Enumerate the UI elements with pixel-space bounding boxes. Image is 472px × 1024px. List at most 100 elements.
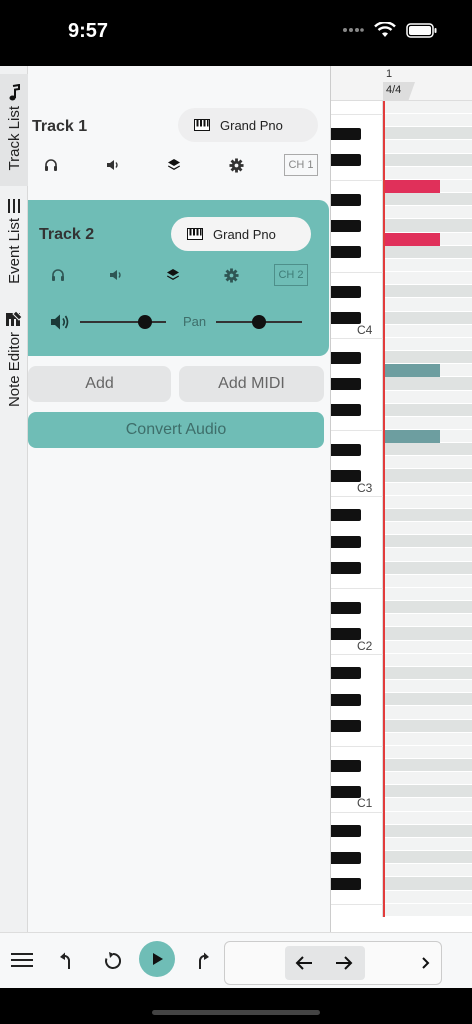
channel-badge[interactable]: CH 1: [284, 154, 318, 176]
instrument-button[interactable]: Grand Pno: [171, 217, 311, 251]
black-key[interactable]: [331, 219, 361, 232]
grid-row-light[interactable]: [384, 258, 472, 273]
grid-row-light[interactable]: [384, 495, 472, 509]
grid-row-light[interactable]: [384, 548, 472, 562]
black-key[interactable]: [331, 720, 361, 733]
expand-button[interactable]: [411, 948, 441, 978]
grid-row-light[interactable]: [384, 890, 472, 904]
black-key[interactable]: [331, 851, 361, 864]
loop-button[interactable]: [98, 946, 128, 976]
grid-row-dark[interactable]: [384, 403, 472, 417]
grid-row-dark[interactable]: [384, 193, 472, 207]
grid-row-light[interactable]: [384, 101, 472, 115]
grid-row-light[interactable]: [384, 324, 472, 338]
instrument-button[interactable]: Grand Pno: [178, 108, 318, 142]
convert-audio-button[interactable]: Convert Audio: [28, 412, 324, 448]
grid-row-dark[interactable]: [384, 601, 472, 615]
grid-row-light[interactable]: [384, 640, 472, 654]
grid-row-light[interactable]: [384, 140, 472, 154]
volume-slider[interactable]: [80, 312, 166, 332]
black-key[interactable]: [331, 667, 361, 680]
grid-row-light[interactable]: [384, 614, 472, 628]
black-key[interactable]: [331, 351, 361, 364]
note[interactable]: [384, 430, 440, 444]
black-key[interactable]: [331, 193, 361, 206]
grid-row-dark[interactable]: [384, 443, 472, 457]
grid-row-dark[interactable]: [384, 535, 472, 549]
grid-row-light[interactable]: [384, 903, 472, 917]
pan-slider[interactable]: [216, 312, 302, 332]
grid-row-light[interactable]: [384, 798, 472, 812]
grid-row-dark[interactable]: [384, 127, 472, 141]
speaker-icon[interactable]: [107, 266, 125, 284]
note-selected[interactable]: [384, 232, 440, 246]
black-key[interactable]: [331, 562, 361, 575]
grid-row-dark[interactable]: [384, 245, 472, 259]
black-key[interactable]: [331, 154, 361, 167]
pan-slider-knob[interactable]: [252, 315, 266, 329]
grid-row-dark[interactable]: [384, 508, 472, 523]
track-row-selected[interactable]: Track 2 Grand Pno CH 2 Pan: [28, 200, 329, 356]
grid-row-dark[interactable]: [384, 219, 472, 233]
gear-icon[interactable]: [222, 266, 240, 284]
tab-note-editor[interactable]: Note Editor: [0, 308, 28, 418]
headphones-icon[interactable]: [42, 156, 60, 174]
black-key[interactable]: [331, 759, 361, 772]
grid-row-light[interactable]: [384, 587, 472, 602]
grid-row-dark[interactable]: [384, 666, 472, 681]
grid-row-light[interactable]: [384, 706, 472, 720]
volume-slider-knob[interactable]: [137, 315, 152, 329]
grid-row-dark[interactable]: [384, 285, 472, 299]
grid-row-light[interactable]: [384, 482, 472, 496]
piano-roll[interactable]: 1 4/4 C4C3C2C1C0: [330, 66, 472, 932]
piano-keyboard[interactable]: C4C3C2C1C0: [331, 101, 383, 917]
grid-row-dark[interactable]: [384, 311, 472, 325]
grid-row-light[interactable]: [384, 811, 472, 825]
grid-row-light[interactable]: [384, 114, 472, 128]
grid-row-dark[interactable]: [384, 153, 472, 167]
tab-track-list[interactable]: Track List: [0, 74, 28, 186]
black-key[interactable]: [331, 377, 361, 390]
note[interactable]: [384, 364, 440, 378]
black-key[interactable]: [331, 693, 361, 706]
layers-icon[interactable]: [164, 266, 182, 284]
redo-button[interactable]: [185, 946, 215, 976]
channel-badge[interactable]: CH 2: [274, 264, 308, 286]
grid-row-dark[interactable]: [384, 561, 472, 575]
scroll-right-button[interactable]: [329, 948, 359, 978]
black-key[interactable]: [331, 535, 361, 548]
grid-row-dark[interactable]: [384, 351, 472, 365]
grid-row-dark[interactable]: [384, 377, 472, 391]
black-key[interactable]: [331, 246, 361, 259]
grid-row-light[interactable]: [384, 745, 472, 759]
grid-row-dark[interactable]: [384, 877, 472, 891]
grid-row-light[interactable]: [384, 772, 472, 786]
grid-row-light[interactable]: [384, 456, 472, 470]
grid-row-dark[interactable]: [384, 693, 472, 707]
grid-row-dark[interactable]: [384, 824, 472, 838]
add-track-button[interactable]: Add: [28, 366, 171, 402]
tab-event-list[interactable]: Event List: [0, 196, 28, 296]
play-button[interactable]: [139, 941, 175, 977]
grid-row-light[interactable]: [384, 732, 472, 746]
black-key[interactable]: [331, 601, 361, 614]
grid-row-dark[interactable]: [384, 469, 472, 483]
scroll-left-button[interactable]: [289, 948, 319, 978]
timeline-ruler[interactable]: 1 4/4: [331, 66, 472, 101]
grid-row-light[interactable]: [384, 574, 472, 588]
grid-row-light[interactable]: [384, 522, 472, 536]
black-key[interactable]: [331, 285, 361, 298]
grid-row-light[interactable]: [384, 298, 472, 312]
undo-button[interactable]: [54, 946, 84, 976]
speaker-icon[interactable]: [104, 156, 122, 174]
black-key[interactable]: [331, 877, 361, 890]
grid-row-light[interactable]: [384, 416, 472, 430]
grid-row-dark[interactable]: [384, 627, 472, 641]
grid-row-light[interactable]: [384, 653, 472, 667]
grid-row-light[interactable]: [384, 272, 472, 286]
track-row[interactable]: Track 1 Grand Pno CH 1: [28, 98, 328, 188]
grid-row-dark[interactable]: [384, 759, 472, 773]
black-key[interactable]: [331, 404, 361, 417]
gear-icon[interactable]: [227, 156, 245, 174]
black-key[interactable]: [331, 127, 361, 140]
